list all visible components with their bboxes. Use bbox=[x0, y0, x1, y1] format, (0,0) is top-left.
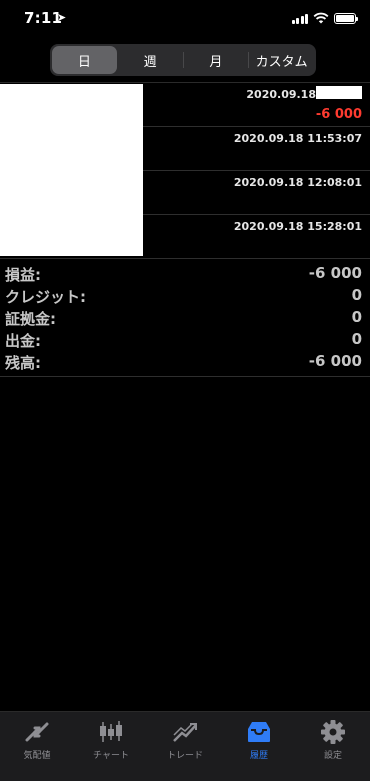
summary-value: 0 bbox=[351, 308, 362, 326]
history-amount: -6 000 bbox=[315, 107, 362, 122]
summary-label: クレジット: bbox=[5, 288, 86, 306]
tab-label: 気配値 bbox=[23, 751, 51, 761]
wifi-icon bbox=[313, 12, 329, 24]
redaction-block bbox=[0, 84, 143, 256]
summary-value: 0 bbox=[351, 286, 362, 304]
history-date: 2020.09.18 11:53:07 bbox=[233, 132, 362, 145]
summary-row-balance: 残高: -6 000 bbox=[0, 352, 370, 374]
period-segmented-control: 日 週 月 カスタム bbox=[50, 44, 316, 76]
tab-bar: 気配値 チャート トレード 履歴 設定 bbox=[0, 711, 370, 781]
redaction-block bbox=[316, 86, 362, 99]
tab-label: トレード bbox=[166, 751, 203, 761]
status-bar: 7:11 ➤ bbox=[0, 0, 370, 40]
tab-settings[interactable]: 設定 bbox=[296, 712, 370, 781]
history-date: 2020.09.18 15:28:01 bbox=[233, 220, 362, 233]
segment-custom[interactable]: カスタム bbox=[249, 46, 314, 74]
tab-label: チャート bbox=[93, 751, 129, 761]
tab-label: 履歴 bbox=[249, 751, 268, 761]
tab-quotes[interactable]: 気配値 bbox=[0, 712, 74, 781]
cellular-signal-icon bbox=[291, 13, 308, 24]
summary-label: 残高: bbox=[5, 354, 41, 372]
account-summary: 損益: -6 000 クレジット: 0 証拠金: 0 出金: 0 残高: -6 … bbox=[0, 264, 370, 374]
summary-row-deposit: 証拠金: 0 bbox=[0, 308, 370, 330]
summary-label: 出金: bbox=[5, 332, 41, 350]
segment-day[interactable]: 日 bbox=[52, 46, 117, 74]
history-date: 2020.09.18 12:08:01 bbox=[233, 176, 362, 189]
summary-value: -6 000 bbox=[308, 264, 362, 282]
summary-value: 0 bbox=[351, 330, 362, 348]
tab-trade[interactable]: トレード bbox=[148, 712, 222, 781]
candlestick-chart-icon bbox=[97, 719, 125, 745]
segment-month[interactable]: 月 bbox=[184, 46, 249, 74]
history-date: 2020.09.18 bbox=[246, 88, 316, 101]
location-arrow-icon: ➤ bbox=[57, 11, 67, 24]
summary-row-profit: 損益: -6 000 bbox=[0, 264, 370, 286]
tab-label: 設定 bbox=[323, 751, 342, 761]
summary-row-credit: クレジット: 0 bbox=[0, 286, 370, 308]
divider bbox=[0, 376, 370, 377]
gear-icon bbox=[319, 719, 347, 745]
summary-label: 損益: bbox=[5, 266, 41, 284]
inbox-tray-icon bbox=[245, 719, 273, 745]
summary-label: 証拠金: bbox=[5, 310, 56, 328]
status-icons bbox=[291, 12, 358, 24]
tab-history[interactable]: 履歴 bbox=[222, 712, 296, 781]
segment-week[interactable]: 週 bbox=[118, 46, 183, 74]
summary-row-withdrawal: 出金: 0 bbox=[0, 330, 370, 352]
quotes-arrows-icon bbox=[23, 719, 51, 745]
tab-chart[interactable]: チャート bbox=[74, 712, 148, 781]
summary-value: -6 000 bbox=[308, 352, 362, 370]
battery-icon bbox=[334, 12, 358, 24]
trade-chart-icon bbox=[171, 719, 199, 745]
